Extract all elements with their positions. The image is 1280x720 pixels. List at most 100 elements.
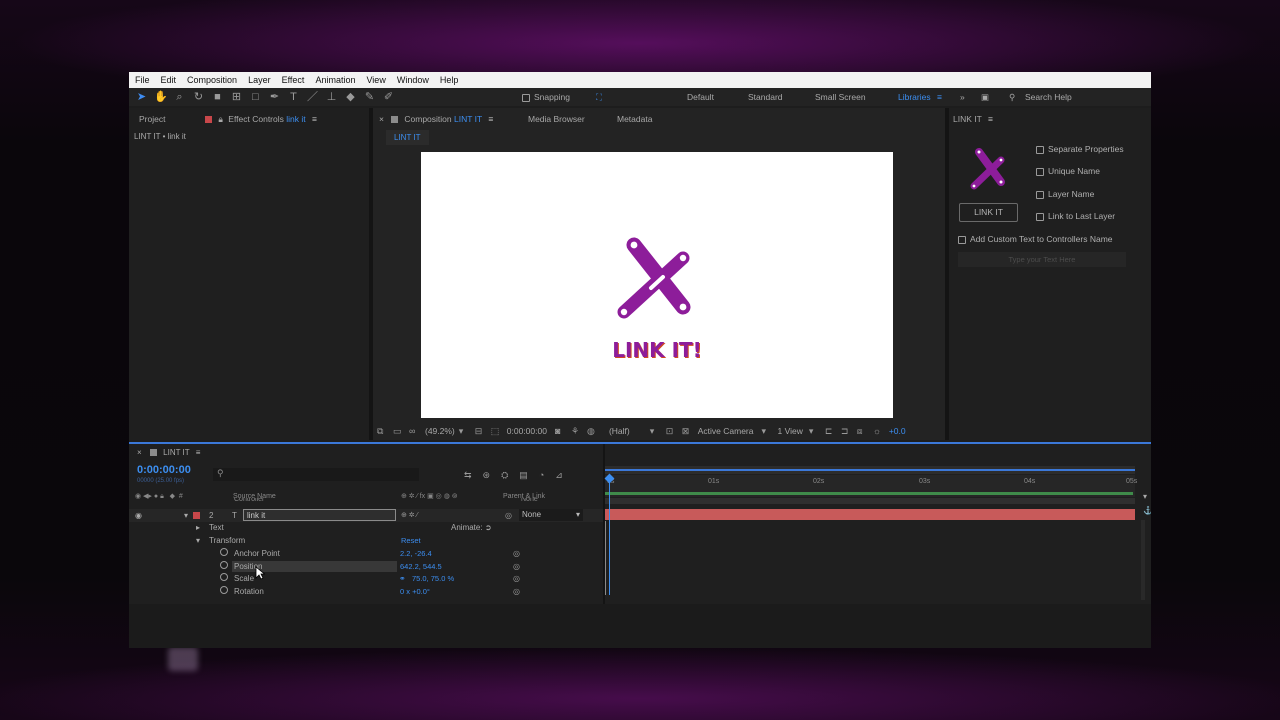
time-ruler[interactable]: 0s 01s 02s 03s 04s 05s [605, 475, 1137, 497]
type-tool-icon[interactable]: T [287, 91, 300, 104]
clone-stamp-tool-icon[interactable]: ⊥ [325, 91, 338, 104]
tab-effect-controls[interactable]: 🔒︎ Effect Controls link it ≡ [205, 109, 317, 129]
option-separate-properties[interactable]: Separate Properties [1036, 143, 1124, 155]
current-time-display[interactable]: 0:00:00:00 [137, 464, 191, 476]
option-unique-name[interactable]: Unique Name [1036, 165, 1100, 177]
settings-gear-icon[interactable]: ☼ [873, 426, 883, 436]
expression-icon[interactable]: ◎ [513, 586, 520, 598]
animate-menu[interactable]: Animate: ➲ [451, 522, 492, 534]
search-help-field[interactable]: Search Help [1025, 88, 1072, 106]
navigator-bar[interactable] [605, 466, 1135, 474]
selection-tool-icon[interactable]: ➤ [135, 91, 148, 104]
always-preview-icon[interactable]: ⧉ [377, 426, 387, 437]
comp-timecode[interactable]: 0:00:00:00 [507, 426, 547, 436]
menu-view[interactable]: View [366, 75, 385, 85]
exposure-value[interactable]: +0.0 [889, 426, 906, 436]
twirl-closed-icon[interactable]: ▸ [196, 522, 200, 534]
render-region-icon[interactable]: ⊐ [841, 426, 851, 437]
sync-settings-icon[interactable]: ▣ [981, 88, 989, 106]
option-link-to-last-layer[interactable]: Link to Last Layer [1036, 210, 1115, 222]
link-it-button[interactable]: LINK IT [959, 203, 1018, 222]
layer-1-name-partial[interactable]: Controller [234, 498, 264, 505]
region-of-interest-icon[interactable]: ⬚ [491, 426, 501, 437]
graph-editor-icon[interactable]: ⊿ [555, 470, 574, 480]
view-layout-select[interactable]: 1 View [777, 426, 802, 436]
workspace-standard[interactable]: Standard [748, 88, 783, 106]
libraries-menu-icon[interactable]: ≡ [937, 88, 942, 106]
zoom-slider-icon[interactable]: ▾ [1143, 492, 1147, 501]
custom-text-input[interactable]: Type your Text Here [958, 252, 1126, 267]
timeline-scrollbar[interactable] [1141, 520, 1145, 600]
expression-icon[interactable]: ◎ [513, 561, 520, 573]
more-workspaces-icon[interactable]: » [960, 88, 965, 106]
rotation-value[interactable]: 0 x +0.0° [400, 586, 430, 598]
workspace-default[interactable]: Default [687, 88, 714, 106]
hand-tool-icon[interactable]: ✋ [154, 91, 168, 104]
checkbox[interactable] [958, 235, 966, 244]
composition-marker-icon[interactable]: ⚓ [1143, 506, 1151, 515]
stopwatch-icon[interactable] [220, 561, 228, 573]
expression-icon[interactable]: ◎ [513, 573, 520, 585]
constrain-proportions-icon[interactable]: ⚭ [399, 573, 406, 585]
property-scale[interactable]: Scale [234, 573, 254, 585]
resolution-select[interactable]: (Half) [609, 426, 630, 436]
tab-metadata[interactable]: Metadata [617, 109, 652, 129]
workspace-libraries[interactable]: Libraries [898, 88, 931, 106]
comp-mini-flowchart-icon[interactable]: ⇆ [464, 470, 483, 480]
property-rotation[interactable]: Rotation [234, 586, 264, 598]
layer-label-color[interactable] [193, 512, 200, 519]
search-icon[interactable]: ⚲ [1009, 88, 1015, 106]
scale-value[interactable]: 75.0, 75.0 % [412, 573, 454, 585]
tab-media-browser[interactable]: Media Browser [528, 109, 585, 129]
chevron-down-icon[interactable]: ▾ [650, 426, 660, 437]
snapping-options-icon[interactable]: ⛶ [596, 88, 602, 106]
stopwatch-icon[interactable] [220, 548, 228, 560]
layer-switches[interactable]: ⊕ ✲ ⁄ [401, 510, 418, 522]
panel-menu-icon[interactable]: ≡ [196, 448, 201, 457]
timeline-tab[interactable]: × LINT IT ≡ [137, 447, 200, 459]
text-group[interactable]: Text [209, 522, 224, 534]
stopwatch-icon[interactable] [220, 586, 228, 598]
panel-menu-icon[interactable]: ≡ [488, 114, 493, 124]
transparency-grid-icon[interactable]: ⊠ [682, 426, 692, 437]
reset-link[interactable]: Reset [401, 535, 421, 547]
zoom-tool-icon[interactable]: ⌕ [173, 91, 186, 104]
workspace-small-screen[interactable]: Small Screen [815, 88, 866, 106]
menu-help[interactable]: Help [440, 75, 459, 85]
snapping-toggle[interactable]: Snapping [522, 88, 570, 106]
toggle-pixel-aspect-icon[interactable]: ⊏ [825, 426, 835, 437]
parent-select[interactable]: None ▾ [519, 509, 583, 521]
flowchart-icon[interactable]: ⧈ [857, 426, 867, 437]
close-icon[interactable]: × [137, 448, 142, 457]
menu-layer[interactable]: Layer [248, 75, 271, 85]
layer-1-parent-partial[interactable]: None [521, 498, 538, 505]
fit-icon[interactable]: ⊟ [475, 426, 485, 437]
menu-window[interactable]: Window [397, 75, 429, 85]
camera-tool-icon[interactable]: ■ [211, 91, 224, 104]
comp-viewer-tab[interactable]: LINT IT [386, 130, 429, 145]
tab-composition[interactable]: Composition LINT IT ≡ [391, 109, 493, 129]
checkbox[interactable] [1036, 190, 1044, 199]
motion-blur-icon[interactable]: ◔ [539, 470, 555, 480]
stopwatch-icon[interactable] [220, 573, 228, 585]
panel-menu-icon[interactable]: ≡ [988, 114, 993, 124]
pen-tool-icon[interactable]: ✒ [268, 91, 281, 104]
checkbox[interactable] [1036, 145, 1044, 154]
snapshot-icon[interactable]: ◙ [555, 426, 565, 436]
pan-behind-tool-icon[interactable]: ⊞ [230, 91, 243, 104]
roto-brush-tool-icon[interactable]: ✎ [363, 91, 376, 104]
anchor-point-value[interactable]: 2.2, -26.4 [400, 548, 432, 560]
show-snapshot-icon[interactable]: ⚘ [571, 426, 581, 437]
menu-composition[interactable]: Composition [187, 75, 237, 85]
frame-blending-icon[interactable]: ▤ [519, 470, 539, 480]
eye-visibility-icon[interactable]: ◉ [135, 510, 142, 522]
expression-icon[interactable]: ◎ [513, 548, 520, 560]
fast-previews-icon[interactable]: ⊡ [666, 426, 676, 437]
rectangle-tool-icon[interactable]: □ [249, 91, 262, 104]
chevron-down-icon[interactable]: ▾ [809, 426, 819, 437]
camera-select[interactable]: Active Camera [698, 426, 754, 436]
draft-3d-icon[interactable]: ⊛ [483, 470, 502, 480]
menu-file[interactable]: File [135, 75, 150, 85]
chevron-down-icon[interactable]: ▾ [459, 426, 469, 437]
twirl-open-icon[interactable]: ▾ [184, 510, 188, 522]
